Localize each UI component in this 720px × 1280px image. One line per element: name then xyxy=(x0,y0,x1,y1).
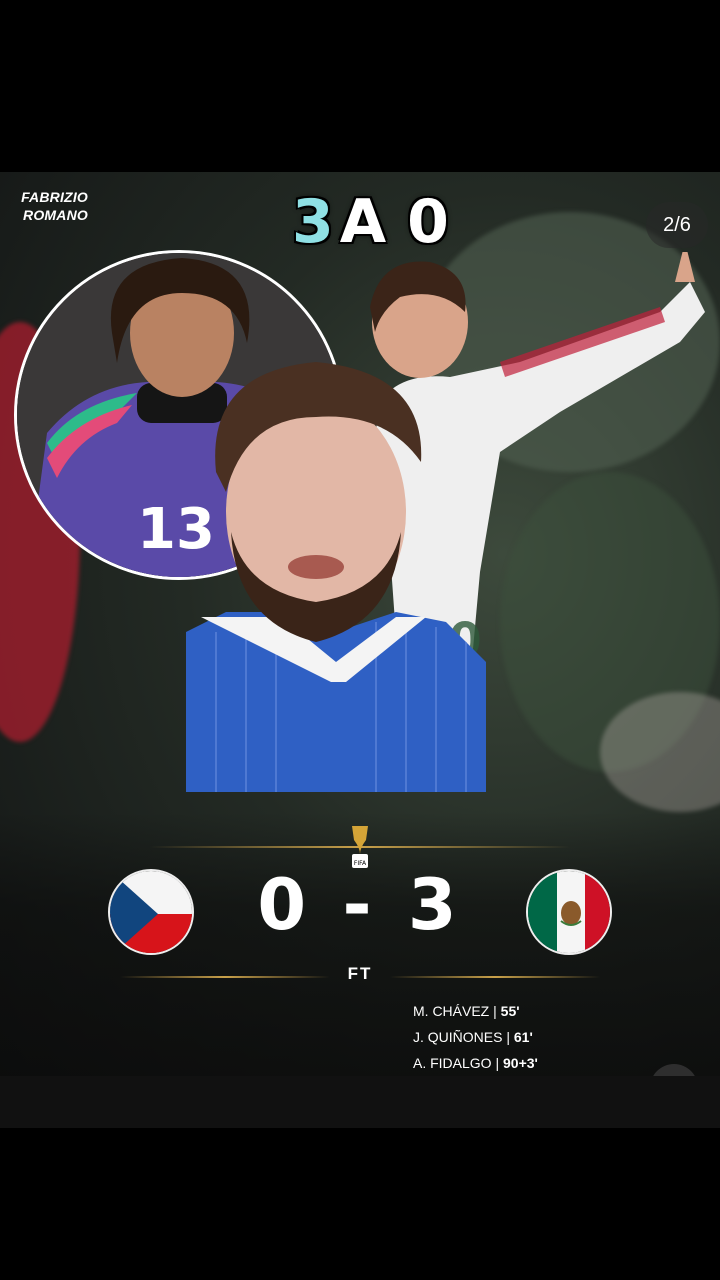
czech-flag-icon xyxy=(108,869,194,955)
ft-divider-left xyxy=(120,976,330,978)
post-media[interactable]: 20 13 FABRIZIO ROMANO xyxy=(0,172,720,1128)
headline-digit: 3 xyxy=(292,187,334,257)
brand-watermark: FABRIZIO ROMANO xyxy=(12,188,88,224)
scorer-row: A. FIDALGO | 90+3' xyxy=(413,1055,538,1071)
goal-scorers: M. CHÁVEZ | 55' J. QUIÑONES | 61' A. FID… xyxy=(413,998,538,1076)
scorer-name: M. CHÁVEZ xyxy=(413,1003,490,1019)
mexico-flag-icon xyxy=(526,869,612,955)
final-score: 0 - 3 xyxy=(257,864,463,946)
scorer-minute: 90+3' xyxy=(503,1055,538,1071)
brand-line-2: ROMANO xyxy=(23,207,88,223)
scorer-row: M. CHÁVEZ | 55' xyxy=(413,1003,520,1019)
scorer-minute: 55' xyxy=(500,1003,520,1019)
creator-overlay xyxy=(186,362,486,792)
scorer-name: A. FIDALGO xyxy=(413,1055,492,1071)
slide-counter: 2/6 xyxy=(646,202,708,248)
ft-divider-right xyxy=(390,976,600,978)
headline-rest: A 0 xyxy=(339,187,449,257)
scorer-name: J. QUIÑONES xyxy=(413,1029,503,1045)
brand-line-1: FABRIZIO xyxy=(21,189,88,205)
scorer-row: J. QUIÑONES | 61' xyxy=(413,1029,533,1045)
match-status: FT xyxy=(347,964,373,983)
scorer-minute: 61' xyxy=(513,1029,533,1045)
media-bottom-strip xyxy=(0,1076,720,1128)
headline: 3 A 0 xyxy=(292,186,449,258)
